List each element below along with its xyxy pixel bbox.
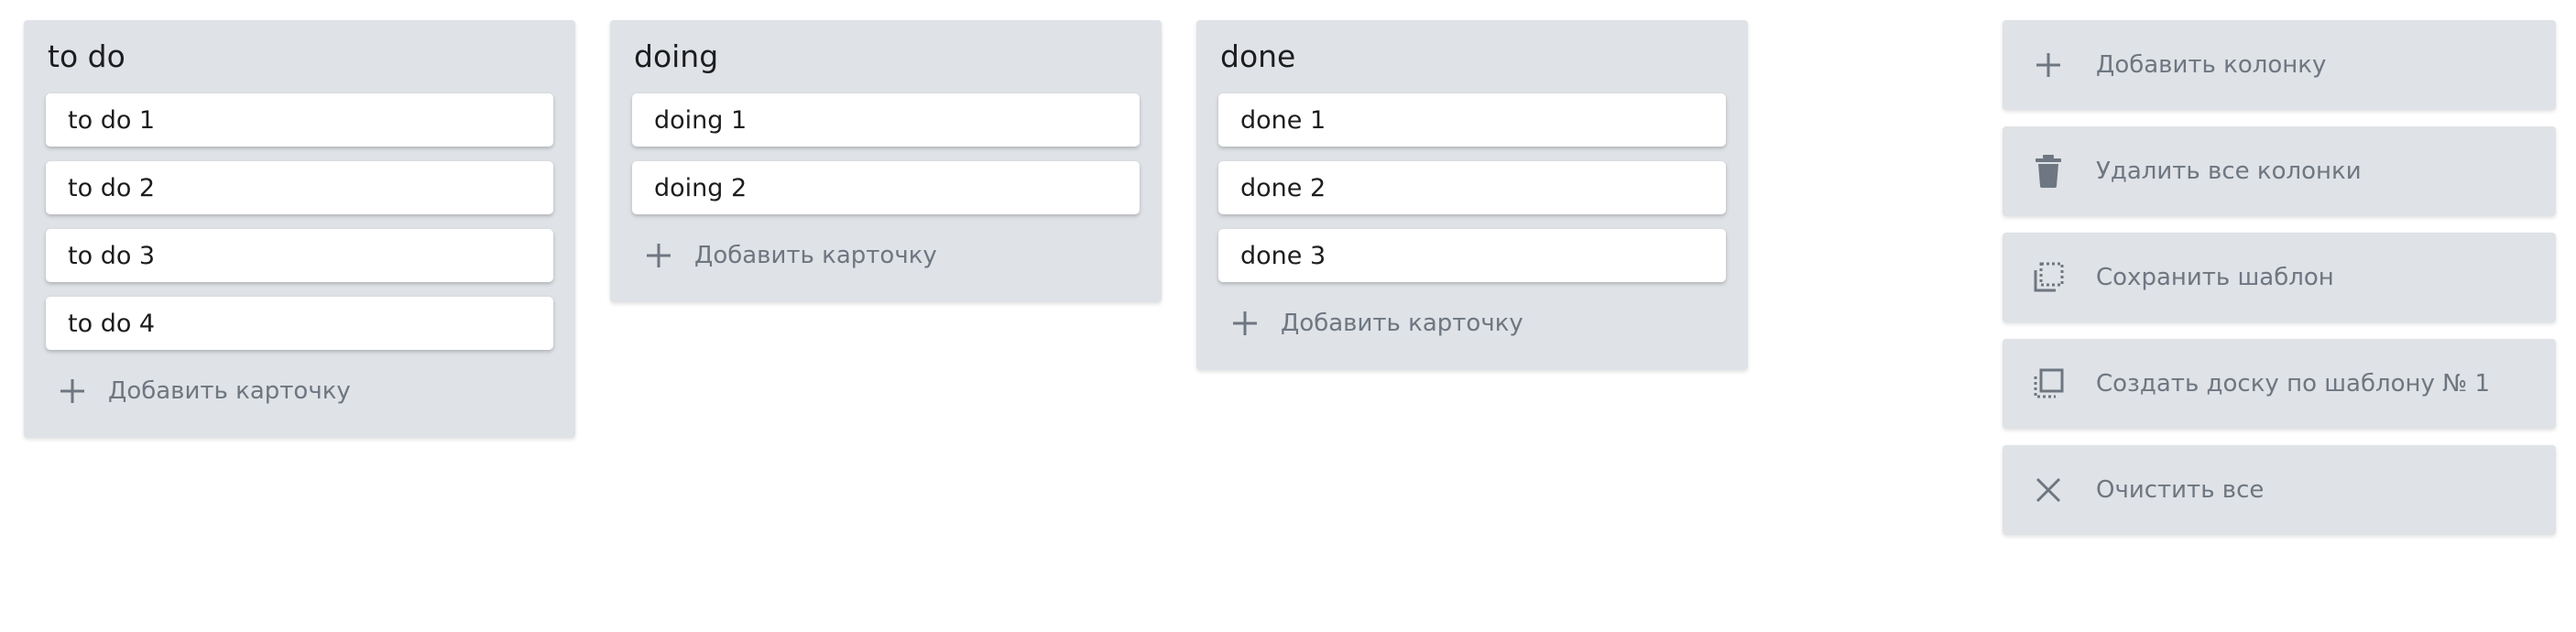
action-label: Создать доску по шаблону № 1 <box>2096 370 2491 398</box>
card[interactable]: to do 1 <box>46 93 553 147</box>
card[interactable]: done 2 <box>1218 161 1726 214</box>
plus-icon <box>1228 306 1262 341</box>
delete-all-columns-button[interactable]: Удалить все колонки <box>2003 126 2556 216</box>
clear-all-button[interactable]: Очистить все <box>2003 445 2556 535</box>
save-template-button[interactable]: Сохранить шаблон <box>2003 233 2556 322</box>
add-card-button[interactable]: Добавить карточку <box>46 365 553 418</box>
column-doing: doing doing 1 doing 2 Добавить карточку <box>610 20 1162 302</box>
action-label: Сохранить шаблон <box>2096 264 2334 291</box>
card[interactable]: doing 2 <box>632 161 1140 214</box>
save-template-icon <box>2030 259 2067 296</box>
actions-panel: Добавить колонку Удалить все колонки Сох… <box>2003 20 2556 535</box>
plus-icon <box>55 374 90 409</box>
plus-icon <box>2030 47 2067 83</box>
trash-icon <box>2030 153 2067 190</box>
add-card-label: Добавить карточку <box>694 242 937 269</box>
plus-icon <box>641 238 676 273</box>
card[interactable]: done 3 <box>1218 229 1726 282</box>
create-from-template-icon <box>2030 365 2067 402</box>
add-card-button[interactable]: Добавить карточку <box>632 229 1140 282</box>
column-title[interactable]: to do <box>48 37 553 77</box>
action-label: Очистить все <box>2096 476 2265 504</box>
add-column-button[interactable]: Добавить колонку <box>2003 20 2556 110</box>
add-card-label: Добавить карточку <box>108 377 351 405</box>
close-icon <box>2030 472 2067 508</box>
add-card-label: Добавить карточку <box>1281 310 1523 337</box>
board: to do to do 1 to do 2 to do 3 to do 4 До… <box>24 20 1748 438</box>
action-label: Удалить все колонки <box>2096 158 2362 185</box>
column-done: done done 1 done 2 done 3 Добавить карто… <box>1196 20 1748 370</box>
column-todo: to do to do 1 to do 2 to do 3 to do 4 До… <box>24 20 575 438</box>
create-board-from-template-button[interactable]: Создать доску по шаблону № 1 <box>2003 339 2556 429</box>
card[interactable]: to do 3 <box>46 229 553 282</box>
card[interactable]: done 1 <box>1218 93 1726 147</box>
add-card-button[interactable]: Добавить карточку <box>1218 297 1726 350</box>
column-title[interactable]: doing <box>634 37 1140 77</box>
card[interactable]: to do 4 <box>46 297 553 350</box>
column-title[interactable]: done <box>1220 37 1726 77</box>
card[interactable]: doing 1 <box>632 93 1140 147</box>
card[interactable]: to do 2 <box>46 161 553 214</box>
action-label: Добавить колонку <box>2096 51 2327 79</box>
